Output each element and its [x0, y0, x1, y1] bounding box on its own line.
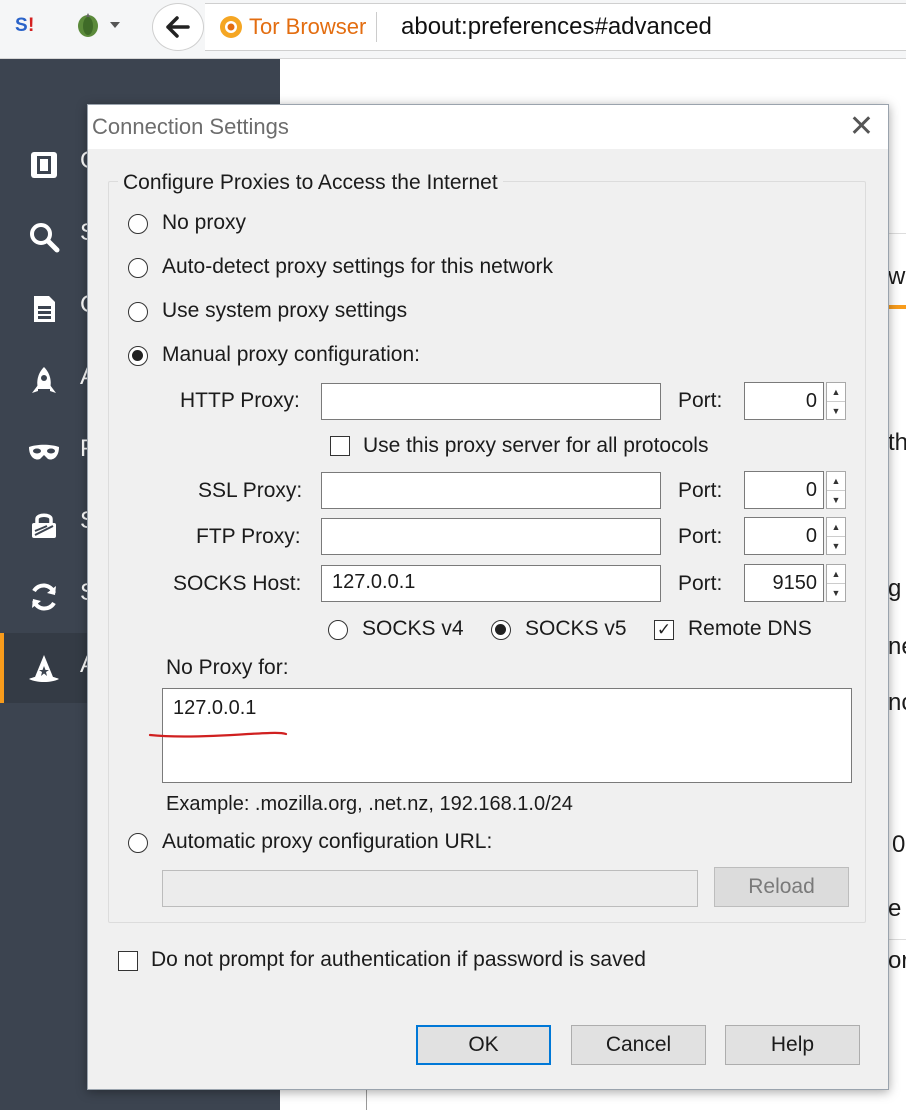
no-proxy-label[interactable]: No proxy	[162, 211, 246, 235]
close-icon[interactable]: ✕	[849, 109, 874, 145]
url-bar[interactable]: Tor Browser about:preferences#advanced	[205, 3, 906, 51]
spin-down-icon[interactable]: ▼	[827, 491, 845, 509]
background-text: 0	[892, 831, 906, 858]
ftp-port-spinner[interactable]: ▲ ▼	[826, 517, 846, 555]
divider	[886, 939, 906, 940]
socks-v4-radio[interactable]	[328, 620, 348, 640]
noscript-icon[interactable]: S!	[14, 10, 42, 38]
general-icon	[24, 147, 64, 183]
security-lock-icon	[24, 507, 64, 543]
port-label: Port:	[678, 479, 723, 502]
background-text: th	[888, 429, 906, 456]
reload-button[interactable]: Reload	[714, 867, 849, 907]
spin-down-icon[interactable]: ▼	[827, 537, 845, 555]
socks-v5-radio[interactable]	[491, 620, 511, 640]
no-proxy-radio[interactable]	[128, 214, 148, 234]
manual-proxy-radio[interactable]	[128, 346, 148, 366]
sync-icon	[24, 579, 64, 615]
advanced-wizard-icon	[24, 651, 64, 687]
system-proxy-label[interactable]: Use system proxy settings	[162, 299, 407, 323]
system-proxy-radio[interactable]	[128, 302, 148, 322]
svg-text:!: !	[28, 15, 34, 36]
group-title: Configure Proxies to Access the Internet	[118, 171, 503, 195]
ssl-port-input[interactable]: 0	[744, 471, 824, 509]
spin-up-icon[interactable]: ▲	[827, 472, 845, 491]
svg-text:S: S	[15, 15, 28, 36]
dialog-titlebar: Connection Settings ✕	[88, 105, 888, 149]
spin-up-icon[interactable]: ▲	[827, 565, 845, 584]
search-icon	[24, 219, 64, 255]
no-proxy-example: Example: .mozilla.org, .net.nz, 192.168.…	[166, 793, 573, 815]
no-prompt-auth-label[interactable]: Do not prompt for authentication if pass…	[151, 948, 646, 972]
ftp-port-input[interactable]: 0	[744, 517, 824, 555]
privacy-mask-icon	[24, 435, 64, 471]
spin-up-icon[interactable]: ▲	[827, 518, 845, 537]
identity-label: Tor Browser	[249, 14, 367, 39]
no-prompt-auth-checkbox[interactable]	[118, 951, 138, 971]
manual-proxy-label[interactable]: Manual proxy configuration:	[162, 343, 420, 367]
share-proxy-label[interactable]: Use this proxy server for all protocols	[363, 434, 708, 458]
ftp-proxy-input[interactable]	[321, 518, 661, 555]
ok-button[interactable]: OK	[416, 1025, 551, 1065]
tor-onion-menu-icon[interactable]	[74, 10, 128, 38]
http-proxy-input[interactable]	[321, 383, 661, 420]
http-proxy-label: HTTP Proxy:	[180, 389, 300, 412]
socks-host-input[interactable]: 127.0.0.1	[321, 565, 661, 602]
url-text[interactable]: about:preferences#advanced	[401, 4, 712, 50]
background-text: ne	[888, 633, 906, 660]
background-text: g	[888, 575, 902, 602]
auto-detect-radio[interactable]	[128, 258, 148, 278]
background-text: wo	[888, 263, 906, 290]
connection-settings-dialog: Connection Settings ✕ Configure Proxies …	[87, 104, 889, 1090]
ftp-proxy-label: FTP Proxy:	[196, 525, 301, 548]
cancel-button[interactable]: Cancel	[571, 1025, 706, 1065]
site-identity[interactable]: Tor Browser	[219, 4, 378, 50]
background-text: or	[888, 947, 906, 974]
auto-url-radio[interactable]	[128, 833, 148, 853]
help-button[interactable]: Help	[725, 1025, 860, 1065]
tab-peek-accent	[886, 305, 906, 309]
applications-icon	[24, 363, 64, 399]
remote-dns-label[interactable]: Remote DNS	[688, 617, 812, 641]
back-arrow-icon	[166, 16, 190, 38]
background-text: nc	[888, 689, 906, 716]
port-label: Port:	[678, 572, 723, 595]
urlbar-separator	[376, 12, 378, 42]
socks-v5-label[interactable]: SOCKS v5	[525, 617, 627, 641]
tor-browser-icon	[220, 16, 242, 38]
socks-host-label: SOCKS Host:	[173, 572, 302, 595]
no-proxy-for-label: No Proxy for:	[166, 656, 289, 679]
socks-port-spinner[interactable]: ▲ ▼	[826, 564, 846, 602]
auto-detect-label[interactable]: Auto-detect proxy settings for this netw…	[162, 255, 553, 279]
content-icon	[24, 291, 64, 327]
port-label: Port:	[678, 389, 723, 412]
dialog-title: Connection Settings	[92, 114, 289, 139]
remote-dns-checkbox[interactable]: ✓	[654, 620, 674, 640]
http-port-spinner[interactable]: ▲ ▼	[826, 382, 846, 420]
spin-down-icon[interactable]: ▼	[827, 584, 845, 602]
ssl-port-spinner[interactable]: ▲ ▼	[826, 471, 846, 509]
ssl-proxy-label: SSL Proxy:	[198, 479, 303, 502]
spin-down-icon[interactable]: ▼	[827, 402, 845, 420]
red-underline-annotation	[148, 731, 288, 738]
divider	[366, 1089, 367, 1110]
share-proxy-checkbox[interactable]	[330, 436, 350, 456]
background-text: e	[888, 895, 902, 922]
port-label: Port:	[678, 525, 723, 548]
spin-up-icon[interactable]: ▲	[827, 383, 845, 402]
socks-port-input[interactable]: 9150	[744, 564, 824, 602]
http-port-input[interactable]: 0	[744, 382, 824, 420]
auto-url-label[interactable]: Automatic proxy configuration URL:	[162, 830, 492, 854]
back-button[interactable]	[152, 3, 204, 51]
ssl-proxy-input[interactable]	[321, 472, 661, 509]
socks-v4-label[interactable]: SOCKS v4	[362, 617, 464, 641]
browser-toolbar: S! Tor Browser about:preferences#advance…	[0, 0, 906, 59]
auto-url-input[interactable]	[162, 870, 698, 907]
